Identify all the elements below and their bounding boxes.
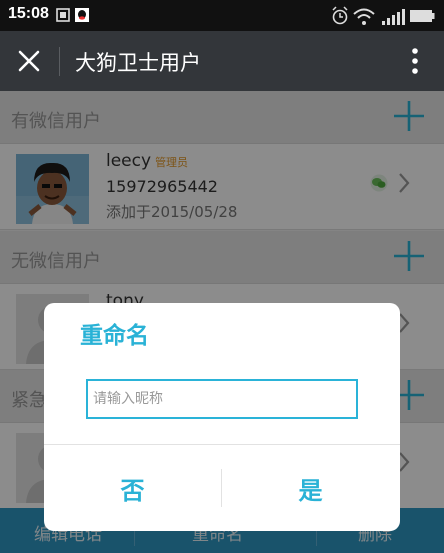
title-separator: [59, 47, 60, 76]
nickname-input[interactable]: [86, 379, 358, 419]
rename-dialog: 重命名 否 是: [44, 303, 400, 531]
qq-icon: [75, 8, 89, 22]
status-bar: 15:08: [0, 0, 444, 31]
no-button[interactable]: 否: [44, 445, 221, 531]
more-vertical-icon[interactable]: [412, 47, 418, 75]
yes-button[interactable]: 是: [222, 445, 399, 531]
battery-icon: [410, 10, 435, 22]
sim-icon: [56, 8, 70, 22]
title-bar: 大狗卫士用户: [0, 31, 444, 91]
status-icons: [332, 6, 435, 25]
wifi-icon: [353, 8, 375, 25]
status-time: 15:08: [8, 5, 49, 22]
signal-icon: [382, 9, 405, 25]
page-title: 大狗卫士用户: [75, 51, 201, 75]
close-icon[interactable]: [17, 49, 41, 73]
alarm-icon: [332, 6, 348, 25]
dialog-title: 重命名: [80, 323, 149, 349]
